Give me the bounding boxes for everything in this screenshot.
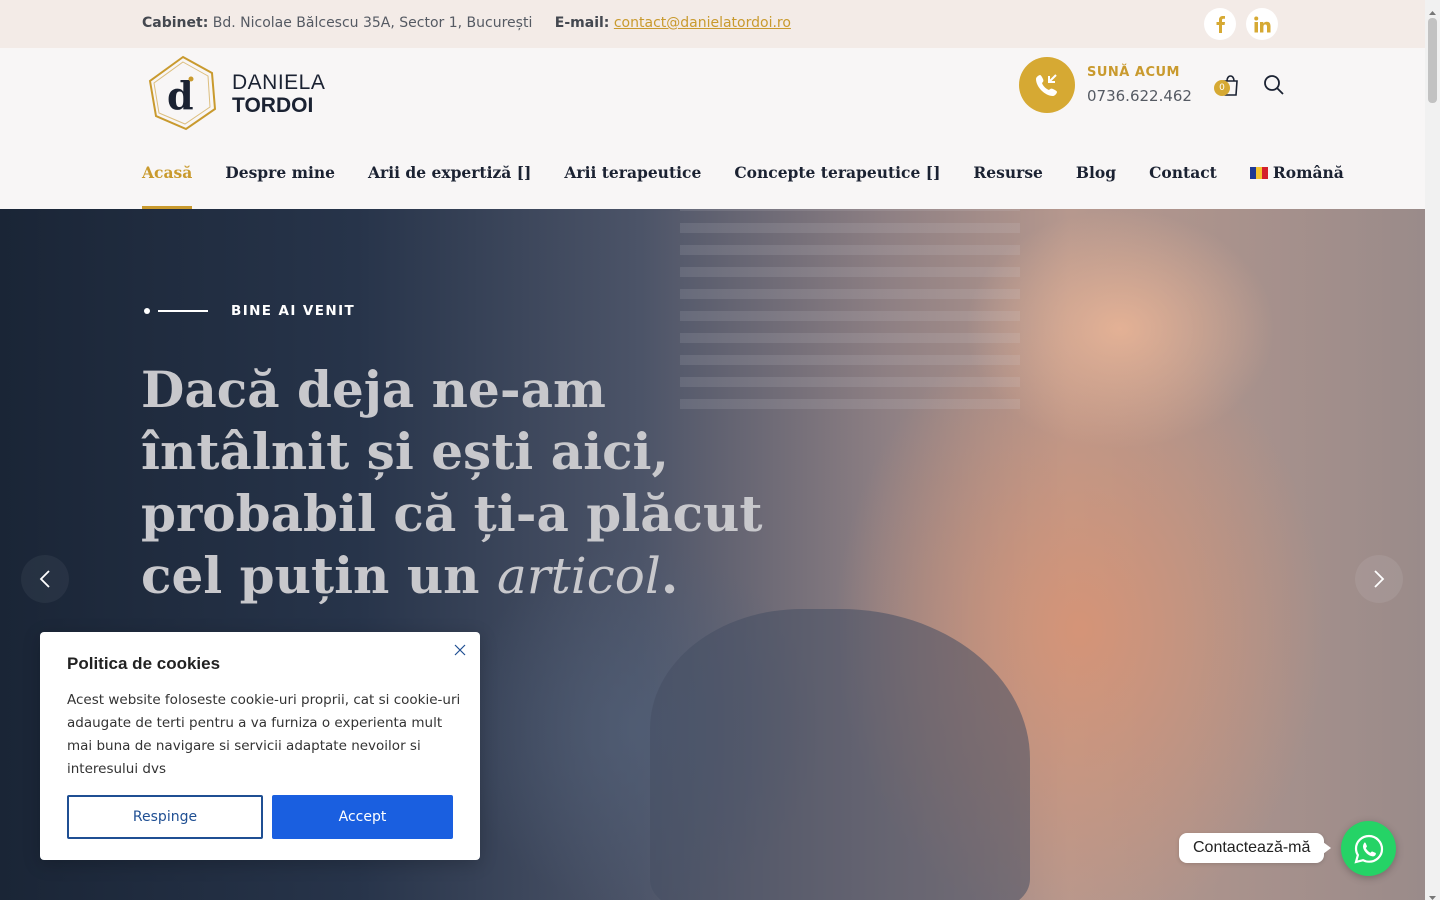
language-label: Română (1272, 163, 1344, 182)
eyebrow-dot (144, 308, 150, 314)
slider-prev-arrow-icon[interactable] (21, 555, 69, 603)
search-icon[interactable] (1263, 74, 1285, 96)
logo-line2: TORDOI (232, 94, 314, 117)
hero-eyebrow: BINE AI VENIT (144, 303, 355, 319)
address-text: Bd. Nicolae Bălcescu 35A, Sector 1, Bucu… (212, 15, 533, 31)
linkedin-icon[interactable] (1246, 8, 1278, 40)
nav-item-acasa[interactable]: Acasă (142, 161, 193, 209)
cart-count-badge: 0 (1214, 80, 1230, 96)
page-scrollbar[interactable] (1425, 0, 1440, 900)
address-label: Cabinet: (142, 15, 209, 31)
nav-item-language[interactable]: Română (1249, 161, 1344, 209)
cookie-title: Politica de cookies (67, 654, 221, 673)
whatsapp-icon[interactable] (1341, 821, 1396, 876)
email-link[interactable]: contact@danielatordoi.ro (614, 15, 791, 31)
logo-text: DANIELA TORDOI (232, 72, 325, 116)
nav-item-contact[interactable]: Contact (1149, 161, 1217, 209)
slider-next-arrow-icon[interactable] (1355, 555, 1403, 603)
scroll-up-arrow-icon[interactable] (1428, 3, 1437, 15)
eyebrow-line (158, 310, 208, 312)
reject-button[interactable]: Respinge (67, 795, 263, 839)
eyebrow-text: BINE AI VENIT (231, 303, 356, 319)
cookie-consent-dialog: Politica de cookies Acest website folose… (40, 632, 480, 860)
site-logo[interactable]: d DANIELA TORDOI (146, 54, 326, 132)
whatsapp-contact-label[interactable]: Contactează-mă (1179, 833, 1332, 863)
nav-item-blog[interactable]: Blog (1076, 161, 1116, 209)
nav-item-concepte-terapeutice[interactable]: Concepte terapeutice [] (734, 161, 940, 209)
nav-item-arii-terapeutice[interactable]: Arii terapeutice (564, 161, 701, 209)
logo-line1: DANIELA (232, 71, 326, 94)
contact-info: Cabinet: Bd. Nicolae Bălcescu 35A, Secto… (142, 15, 791, 31)
nav-item-arii-de-expertiza[interactable]: Arii de expertiză [] (368, 161, 531, 209)
headline-end: . (660, 546, 679, 605)
hero-headline: Dacă deja ne-am întâlnit și ești aici, p… (141, 359, 821, 607)
phone-number[interactable]: 0736.622.462 (1087, 87, 1192, 105)
phone-call-icon[interactable] (1019, 57, 1075, 113)
headline-emphasis: articol (496, 547, 661, 605)
site-header: d DANIELA TORDOI SUNĂ ACUM 0736.622.462 … (0, 48, 1425, 209)
romania-flag-icon (1249, 167, 1268, 179)
call-now-label: SUNĂ ACUM (1087, 65, 1180, 80)
hero-background-pillow (650, 609, 1030, 900)
close-icon[interactable] (452, 642, 468, 658)
logo-hexagon-icon: d (148, 55, 217, 131)
nav-item-despre-mine[interactable]: Despre mine (225, 161, 335, 209)
facebook-icon[interactable] (1204, 8, 1236, 40)
scrollbar-thumb[interactable] (1428, 18, 1437, 103)
nav-item-resurse[interactable]: Resurse (973, 161, 1043, 209)
scroll-down-arrow-icon[interactable] (1428, 887, 1437, 900)
top-info-bar: Cabinet: Bd. Nicolae Bălcescu 35A, Secto… (0, 0, 1425, 48)
accept-button[interactable]: Accept (272, 795, 453, 839)
email-label: E-mail: (554, 15, 610, 31)
cookie-body: Acest website foloseste cookie-uri propr… (67, 692, 461, 777)
main-navigation: Acasă Despre mine Arii de expertiză [] A… (142, 161, 1377, 209)
